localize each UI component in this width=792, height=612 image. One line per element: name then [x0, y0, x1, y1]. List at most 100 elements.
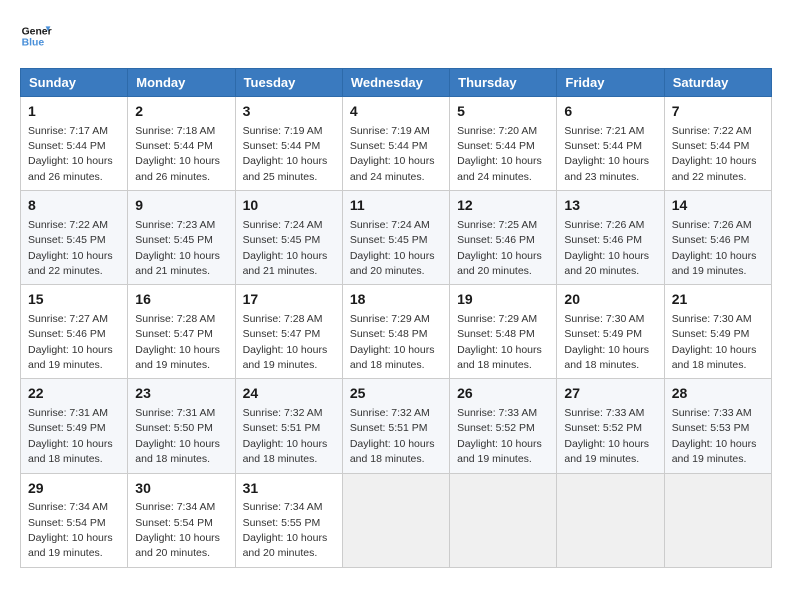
- calendar-cell: 10 Sunrise: 7:24 AMSunset: 5:45 PMDaylig…: [235, 191, 342, 285]
- calendar-cell: 21 Sunrise: 7:30 AMSunset: 5:49 PMDaylig…: [664, 285, 771, 379]
- calendar-cell: 5 Sunrise: 7:20 AMSunset: 5:44 PMDayligh…: [450, 97, 557, 191]
- weekday-header: Saturday: [664, 69, 771, 97]
- day-number: 20: [564, 290, 656, 310]
- day-number: 10: [243, 196, 335, 216]
- calendar-cell: 25 Sunrise: 7:32 AMSunset: 5:51 PMDaylig…: [342, 379, 449, 473]
- day-info: Sunrise: 7:23 AMSunset: 5:45 PMDaylight:…: [135, 219, 220, 277]
- day-info: Sunrise: 7:22 AMSunset: 5:44 PMDaylight:…: [672, 125, 757, 183]
- day-info: Sunrise: 7:24 AMSunset: 5:45 PMDaylight:…: [243, 219, 328, 277]
- day-info: Sunrise: 7:32 AMSunset: 5:51 PMDaylight:…: [350, 407, 435, 465]
- calendar-cell: 18 Sunrise: 7:29 AMSunset: 5:48 PMDaylig…: [342, 285, 449, 379]
- calendar-cell: 3 Sunrise: 7:19 AMSunset: 5:44 PMDayligh…: [235, 97, 342, 191]
- day-info: Sunrise: 7:34 AMSunset: 5:54 PMDaylight:…: [28, 501, 113, 559]
- calendar-cell: 16 Sunrise: 7:28 AMSunset: 5:47 PMDaylig…: [128, 285, 235, 379]
- day-info: Sunrise: 7:33 AMSunset: 5:52 PMDaylight:…: [564, 407, 649, 465]
- day-number: 27: [564, 384, 656, 404]
- calendar-cell: 20 Sunrise: 7:30 AMSunset: 5:49 PMDaylig…: [557, 285, 664, 379]
- day-number: 30: [135, 479, 227, 499]
- weekday-header-row: SundayMondayTuesdayWednesdayThursdayFrid…: [21, 69, 772, 97]
- day-info: Sunrise: 7:24 AMSunset: 5:45 PMDaylight:…: [350, 219, 435, 277]
- day-info: Sunrise: 7:21 AMSunset: 5:44 PMDaylight:…: [564, 125, 649, 183]
- day-number: 16: [135, 290, 227, 310]
- calendar-cell: 29 Sunrise: 7:34 AMSunset: 5:54 PMDaylig…: [21, 473, 128, 567]
- day-number: 29: [28, 479, 120, 499]
- day-info: Sunrise: 7:26 AMSunset: 5:46 PMDaylight:…: [564, 219, 649, 277]
- day-info: Sunrise: 7:29 AMSunset: 5:48 PMDaylight:…: [457, 313, 542, 371]
- day-number: 17: [243, 290, 335, 310]
- calendar-cell: 2 Sunrise: 7:18 AMSunset: 5:44 PMDayligh…: [128, 97, 235, 191]
- day-info: Sunrise: 7:19 AMSunset: 5:44 PMDaylight:…: [350, 125, 435, 183]
- day-info: Sunrise: 7:33 AMSunset: 5:52 PMDaylight:…: [457, 407, 542, 465]
- day-number: 13: [564, 196, 656, 216]
- day-info: Sunrise: 7:34 AMSunset: 5:54 PMDaylight:…: [135, 501, 220, 559]
- logo-icon: General Blue: [20, 20, 52, 52]
- day-info: Sunrise: 7:30 AMSunset: 5:49 PMDaylight:…: [564, 313, 649, 371]
- day-info: Sunrise: 7:28 AMSunset: 5:47 PMDaylight:…: [135, 313, 220, 371]
- weekday-header: Friday: [557, 69, 664, 97]
- day-number: 14: [672, 196, 764, 216]
- calendar-week-row: 15 Sunrise: 7:27 AMSunset: 5:46 PMDaylig…: [21, 285, 772, 379]
- day-number: 18: [350, 290, 442, 310]
- day-number: 2: [135, 102, 227, 122]
- day-number: 21: [672, 290, 764, 310]
- calendar-cell: 9 Sunrise: 7:23 AMSunset: 5:45 PMDayligh…: [128, 191, 235, 285]
- calendar-week-row: 1 Sunrise: 7:17 AMSunset: 5:44 PMDayligh…: [21, 97, 772, 191]
- calendar-cell: 22 Sunrise: 7:31 AMSunset: 5:49 PMDaylig…: [21, 379, 128, 473]
- day-number: 19: [457, 290, 549, 310]
- day-info: Sunrise: 7:31 AMSunset: 5:49 PMDaylight:…: [28, 407, 113, 465]
- day-info: Sunrise: 7:25 AMSunset: 5:46 PMDaylight:…: [457, 219, 542, 277]
- calendar-table: SundayMondayTuesdayWednesdayThursdayFrid…: [20, 68, 772, 568]
- day-number: 22: [28, 384, 120, 404]
- weekday-header: Thursday: [450, 69, 557, 97]
- calendar-cell: 4 Sunrise: 7:19 AMSunset: 5:44 PMDayligh…: [342, 97, 449, 191]
- calendar-cell: [664, 473, 771, 567]
- weekday-header: Wednesday: [342, 69, 449, 97]
- day-info: Sunrise: 7:28 AMSunset: 5:47 PMDaylight:…: [243, 313, 328, 371]
- day-info: Sunrise: 7:30 AMSunset: 5:49 PMDaylight:…: [672, 313, 757, 371]
- day-info: Sunrise: 7:17 AMSunset: 5:44 PMDaylight:…: [28, 125, 113, 183]
- day-number: 3: [243, 102, 335, 122]
- day-number: 15: [28, 290, 120, 310]
- day-info: Sunrise: 7:34 AMSunset: 5:55 PMDaylight:…: [243, 501, 328, 559]
- calendar-week-row: 8 Sunrise: 7:22 AMSunset: 5:45 PMDayligh…: [21, 191, 772, 285]
- calendar-cell: 12 Sunrise: 7:25 AMSunset: 5:46 PMDaylig…: [450, 191, 557, 285]
- calendar-cell: 6 Sunrise: 7:21 AMSunset: 5:44 PMDayligh…: [557, 97, 664, 191]
- calendar-cell: 1 Sunrise: 7:17 AMSunset: 5:44 PMDayligh…: [21, 97, 128, 191]
- day-info: Sunrise: 7:18 AMSunset: 5:44 PMDaylight:…: [135, 125, 220, 183]
- day-number: 28: [672, 384, 764, 404]
- weekday-header: Sunday: [21, 69, 128, 97]
- day-number: 25: [350, 384, 442, 404]
- day-number: 11: [350, 196, 442, 216]
- calendar-cell: 19 Sunrise: 7:29 AMSunset: 5:48 PMDaylig…: [450, 285, 557, 379]
- logo: General Blue: [20, 20, 56, 52]
- day-number: 5: [457, 102, 549, 122]
- calendar-cell: 17 Sunrise: 7:28 AMSunset: 5:47 PMDaylig…: [235, 285, 342, 379]
- calendar-cell: 31 Sunrise: 7:34 AMSunset: 5:55 PMDaylig…: [235, 473, 342, 567]
- calendar-week-row: 29 Sunrise: 7:34 AMSunset: 5:54 PMDaylig…: [21, 473, 772, 567]
- day-number: 12: [457, 196, 549, 216]
- day-info: Sunrise: 7:27 AMSunset: 5:46 PMDaylight:…: [28, 313, 113, 371]
- calendar-cell: 15 Sunrise: 7:27 AMSunset: 5:46 PMDaylig…: [21, 285, 128, 379]
- calendar-cell: 28 Sunrise: 7:33 AMSunset: 5:53 PMDaylig…: [664, 379, 771, 473]
- day-info: Sunrise: 7:22 AMSunset: 5:45 PMDaylight:…: [28, 219, 113, 277]
- day-number: 9: [135, 196, 227, 216]
- calendar-cell: [342, 473, 449, 567]
- day-info: Sunrise: 7:32 AMSunset: 5:51 PMDaylight:…: [243, 407, 328, 465]
- day-info: Sunrise: 7:31 AMSunset: 5:50 PMDaylight:…: [135, 407, 220, 465]
- calendar-cell: 24 Sunrise: 7:32 AMSunset: 5:51 PMDaylig…: [235, 379, 342, 473]
- day-number: 31: [243, 479, 335, 499]
- day-info: Sunrise: 7:19 AMSunset: 5:44 PMDaylight:…: [243, 125, 328, 183]
- svg-text:Blue: Blue: [22, 38, 45, 49]
- day-info: Sunrise: 7:29 AMSunset: 5:48 PMDaylight:…: [350, 313, 435, 371]
- calendar-cell: 23 Sunrise: 7:31 AMSunset: 5:50 PMDaylig…: [128, 379, 235, 473]
- calendar-cell: 14 Sunrise: 7:26 AMSunset: 5:46 PMDaylig…: [664, 191, 771, 285]
- day-number: 24: [243, 384, 335, 404]
- calendar-cell: 7 Sunrise: 7:22 AMSunset: 5:44 PMDayligh…: [664, 97, 771, 191]
- calendar-cell: 8 Sunrise: 7:22 AMSunset: 5:45 PMDayligh…: [21, 191, 128, 285]
- calendar-cell: 27 Sunrise: 7:33 AMSunset: 5:52 PMDaylig…: [557, 379, 664, 473]
- calendar-week-row: 22 Sunrise: 7:31 AMSunset: 5:49 PMDaylig…: [21, 379, 772, 473]
- day-number: 8: [28, 196, 120, 216]
- day-number: 1: [28, 102, 120, 122]
- day-number: 23: [135, 384, 227, 404]
- weekday-header: Tuesday: [235, 69, 342, 97]
